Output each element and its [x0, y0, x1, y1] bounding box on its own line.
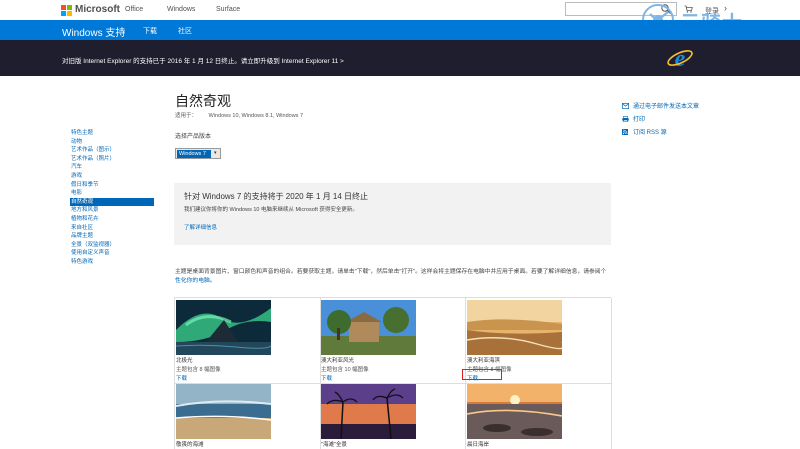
product-version-label: 选择产品版本 [175, 134, 212, 140]
applies-to-label: 适用于： [175, 113, 198, 119]
selected-version: Windows 7 [177, 150, 211, 158]
sidebar-item[interactable]: 艺术作品（照片） [70, 155, 154, 164]
learn-more-link[interactable]: 了解详细信息 [184, 223, 217, 231]
print-link[interactable]: 打印 [622, 114, 645, 123]
microsoft-brand[interactable]: Microsoft [75, 4, 120, 15]
sidebar-item[interactable]: 使用自定义声音 [70, 249, 154, 258]
win7-support-notice: 针对 Windows 7 的支持将于 2020 年 1 月 14 日终止 我们建… [174, 183, 611, 245]
sidebar-item[interactable]: 品牌主题 [70, 232, 154, 241]
rss-label: 订阅 RSS 源 [633, 130, 667, 136]
themes-intro: 主题是桌面背景图片、窗口颜色和声音的组合。若要获取主题，请单击"下载"，然后单击… [175, 268, 611, 285]
sidebar-item[interactable]: 地方和风景 [70, 206, 154, 215]
chevron-down-icon: ▾ [214, 150, 217, 156]
theme-download-link[interactable]: 下载 [176, 374, 187, 382]
theme-thumbnail-beach-panorama[interactable] [321, 384, 416, 439]
theme-download-link[interactable]: 下载 [321, 374, 332, 382]
theme-thumbnail-awe-beach[interactable] [176, 384, 271, 439]
sidebar-item[interactable]: 全景（双监视器） [70, 241, 154, 250]
svg-text:e: e [675, 46, 686, 72]
microsoft-logo-icon[interactable] [61, 5, 72, 16]
sidebar-item[interactable]: 电影 [70, 189, 154, 198]
theme-name: "海滩"全景 [321, 442, 347, 448]
theme-name: 北极光 [176, 358, 193, 364]
notice-title: 针对 Windows 7 的支持将于 2020 年 1 月 14 日终止 [184, 192, 369, 201]
ie-announcement-link[interactable]: 对旧版 Internet Explorer 的支持已于 2016 年 1 月 1… [62, 55, 344, 65]
download-highlight-box [462, 369, 502, 380]
sidebar-item[interactable]: 自然奇观 [70, 197, 154, 207]
sidebar-item[interactable]: 艺术作品（图示） [70, 146, 154, 155]
windows-support-header: Windows 支持 下载 社区 [0, 20, 800, 40]
sidebar-item[interactable]: 植物和花卉 [70, 215, 154, 224]
applies-to: 适用于： Windows 10, Windows 8.1, Windows 7 [175, 111, 303, 119]
theme-name: 澳大利亚海滨 [467, 358, 501, 364]
internet-explorer-icon: e [667, 46, 693, 72]
email-article-link[interactable]: 通过电子邮件发送本文章 [622, 101, 699, 110]
nav-download[interactable]: 下载 [143, 26, 157, 36]
product-version-select[interactable]: Windows 7 ▾ [175, 148, 221, 159]
theme-image-count: 主题包含 10 幅图像 [321, 367, 369, 373]
sidebar-item[interactable]: 游戏 [70, 172, 154, 181]
theme-thumbnail-australia-coast[interactable] [467, 300, 562, 355]
nav-community[interactable]: 社区 [178, 26, 192, 36]
rss-link[interactable]: 订阅 RSS 源 [622, 127, 667, 136]
sidebar-item[interactable]: 特色主题 [70, 129, 154, 138]
print-label: 打印 [633, 117, 646, 123]
sidebar-item[interactable]: 汽车 [70, 163, 154, 172]
sidebar-item[interactable]: 来自社区 [70, 224, 154, 233]
page-title: 自然奇观 [175, 93, 231, 109]
intro-text: 主题是桌面背景图片、窗口颜色和声音的组合。若要获取主题，请单击"下载"，然后单击… [175, 269, 601, 275]
theme-thumbnail-sunrise-coast[interactable] [467, 384, 562, 439]
notice-subtitle: 我们建议你将你的 Windows 10 电脑来继续从 Microsoft 获得安… [184, 207, 358, 213]
applies-to-value: Windows 10, Windows 8.1, Windows 7 [208, 113, 304, 119]
theme-image-count: 主题包含 8 幅图像 [176, 367, 221, 373]
print-icon [622, 116, 629, 123]
nav-surface[interactable]: Surface [216, 6, 240, 13]
sidebar-item[interactable]: 动物 [70, 138, 154, 147]
mail-icon [622, 103, 629, 110]
theme-name: 晨日海岸 [467, 442, 490, 448]
theme-name: 澳大利亚风光 [321, 358, 355, 364]
theme-thumbnail-northern-lights[interactable] [176, 300, 271, 355]
rss-icon [622, 129, 628, 136]
theme-name: 敬畏的海滩 [176, 442, 204, 448]
sidebar-item[interactable]: 假日和季节 [70, 181, 154, 190]
category-sidebar: 特色主题 动物 艺术作品（图示） 艺术作品（照片） 汽车 游戏 假日和季节 电影 自然奇观 地方和… [70, 129, 154, 267]
sidebar-item[interactable]: 特色游戏 [70, 258, 154, 267]
nav-windows[interactable]: Windows [167, 6, 195, 13]
windows-support-brand[interactable]: Windows 支持 [62, 24, 125, 39]
email-article-label: 通过电子邮件发送本文章 [633, 104, 700, 110]
nav-office[interactable]: Office [125, 6, 143, 13]
theme-thumbnail-australia-landscape[interactable] [321, 300, 416, 355]
